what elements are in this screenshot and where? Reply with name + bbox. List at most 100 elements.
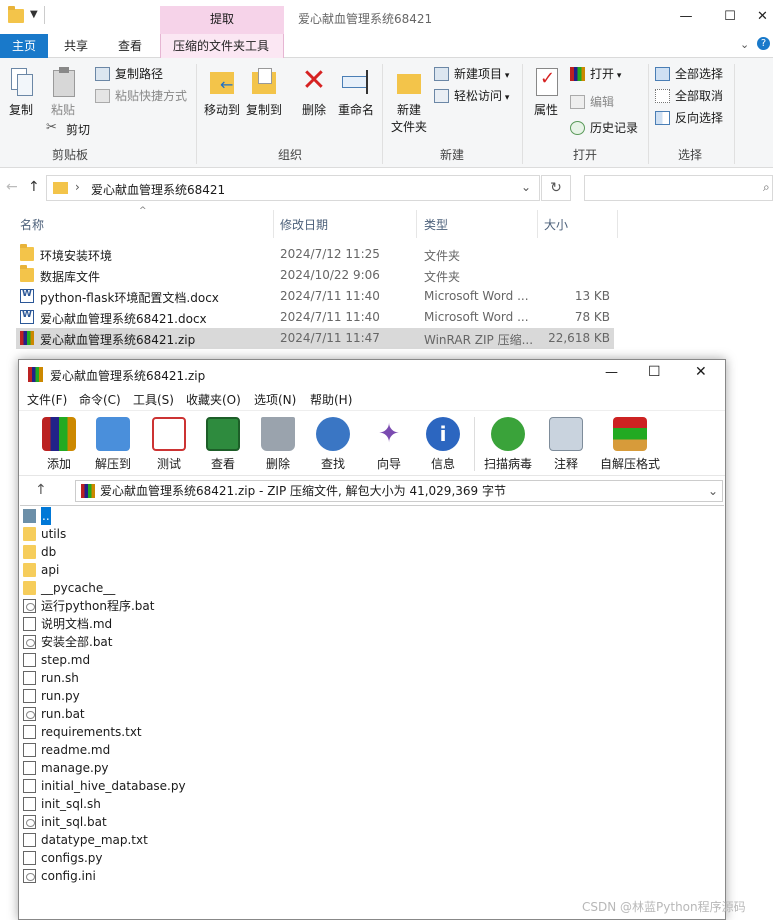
winrar-window-title: 爱心献血管理系统68421.zip [50,369,206,383]
word-doc-icon [20,289,34,303]
new-folder-button[interactable]: 新建 文件夹 [388,66,430,136]
tab-share[interactable]: 共享 [52,34,100,58]
archive-item-name: run.sh [41,671,79,685]
column-modified[interactable]: 修改日期 [280,216,328,233]
select-all-button[interactable]: 全部选择 [655,64,723,84]
folder-icon [20,265,34,282]
delete-button[interactable]: ✕ 删除 [298,66,330,119]
archive-item-name: run.py [41,689,80,703]
minimize-icon[interactable]: — [666,6,706,28]
archive-item-name: manage.py [41,761,109,775]
list-item[interactable]: 环境安装环境 2024/7/12 11:25 文件夹 [16,244,614,265]
winrar-icon [81,484,95,498]
address-bar[interactable]: › 爱心献血管理系统68421 ⌄ [46,175,540,201]
menu-options[interactable]: 选项(N) [254,391,296,408]
ribbon-expand-icon[interactable]: ⌄ [740,38,749,51]
invert-selection-button[interactable]: 反向选择 [655,108,723,128]
quick-access-dropdown-icon[interactable]: ▼ [30,9,38,20]
divider [734,64,735,164]
address-dropdown-icon[interactable]: ⌄ [521,180,531,194]
select-none-button[interactable]: 全部取消 [655,86,723,106]
comment-button[interactable]: 注释 [546,417,586,472]
batch-file-icon [23,599,36,613]
column-name[interactable]: 名称 [20,216,44,233]
cut-button[interactable]: ✂ 剪切 [46,120,90,140]
refresh-icon[interactable]: ↻ [541,175,571,201]
file-icon [23,761,36,775]
paste-shortcut-button[interactable]: 粘贴快捷方式 [95,86,187,106]
batch-file-icon [23,869,36,883]
open-button[interactable]: 打开 ▾ [570,64,621,84]
history-button[interactable]: 历史记录 [570,118,638,138]
file-icon [23,725,36,739]
menu-favorites[interactable]: 收藏夹(O) [186,391,241,408]
copy-icon [5,66,37,98]
list-item[interactable]: 爱心献血管理系统68421.docx 2024/7/11 11:40 Micro… [16,307,614,328]
edit-button[interactable]: 编辑 [570,92,614,112]
menu-commands[interactable]: 命令(C) [79,391,121,408]
menu-file[interactable]: 文件(F) [27,391,67,408]
menu-help[interactable]: 帮助(H) [310,391,352,408]
maximize-icon[interactable]: ☐ [710,6,750,28]
rename-icon [340,66,372,98]
group-label-select: 选择 [677,148,702,162]
close-icon[interactable]: ✕ [752,6,773,28]
up-arrow-icon[interactable]: ↑ [35,482,47,498]
find-button[interactable]: 查找 [313,417,353,472]
delete-button[interactable]: 删除 [258,417,298,472]
copy-path-icon [95,67,110,81]
batch-file-icon [23,815,36,829]
group-label-new: 新建 [439,148,464,162]
watermark: CSDN @林蓝Python程序源码 [582,900,746,914]
divider [273,210,274,238]
add-button[interactable]: 添加 [39,417,79,472]
divider [617,210,618,238]
properties-button[interactable]: ✓ 属性 [528,66,564,119]
edit-icon [570,95,585,109]
easy-access-button[interactable]: 轻松访问 ▾ [434,86,509,106]
back-arrow-icon[interactable]: ← [6,179,18,195]
title-bar: ▼ 提取 爱心献血管理系统68421 — ☐ ✕ [0,0,773,34]
view-button[interactable]: 查看 [203,417,243,472]
extract-to-button[interactable]: 解压到 [93,417,133,472]
archive-item-name: db [41,545,57,559]
list-item-selected[interactable]: 爱心献血管理系统68421.zip 2024/7/11 11:47 WinRAR… [16,328,614,349]
column-size[interactable]: 大小 [544,216,568,233]
wizard-button[interactable]: ✦ 向导 [369,417,409,472]
archive-item-name: init_sql.bat [41,815,107,829]
menu-tools[interactable]: 工具(S) [133,391,174,408]
tab-compressed-folder-tools[interactable]: 压缩的文件夹工具 [160,34,284,58]
minimize-icon[interactable]: — [605,365,618,380]
copy-button[interactable]: 复制 [4,66,38,119]
column-headers: ^ 名称 修改日期 类型 大小 [0,206,773,238]
tab-view[interactable]: 查看 [106,34,154,58]
archive-item-name: config.ini [41,869,96,883]
archive-item-name: datatype_map.txt [41,833,148,847]
copy-path-button[interactable]: 复制路径 [95,64,163,84]
divider [196,64,197,164]
paste-button[interactable]: 粘贴 [46,66,80,119]
close-icon[interactable]: ✕ [695,364,707,380]
copy-to-button[interactable]: 复制到 [244,66,284,119]
maximize-icon[interactable]: ☐ [648,364,661,380]
scan-virus-button[interactable]: 扫描病毒 [481,417,535,472]
sfx-button[interactable]: 自解压格式 [597,417,663,472]
help-icon[interactable]: ? [757,37,770,50]
tab-home[interactable]: 主页 [0,34,48,58]
archive-path-box[interactable]: 爱心献血管理系统68421.zip - ZIP 压缩文件, 解包大小为 41,0… [75,480,723,502]
info-button[interactable]: i 信息 [423,417,463,472]
move-to-button[interactable]: ← 移动到 [202,66,242,119]
breadcrumb[interactable]: 爱心献血管理系统68421 [91,181,225,198]
list-item[interactable]: python-flask环境配置文档.docx 2024/7/11 11:40 … [16,286,614,307]
test-button[interactable]: 测试 [149,417,189,472]
new-item-button[interactable]: 新建项目 ▾ [434,64,509,84]
archive-item-name: 运行python程序.bat [41,599,155,613]
paste-icon [47,66,79,98]
folder-icon [53,182,68,194]
path-dropdown-icon[interactable]: ⌄ [708,481,718,501]
up-arrow-icon[interactable]: ↑ [28,179,40,195]
search-input[interactable]: ⌕ [584,175,773,201]
rename-button[interactable]: 重命名 [336,66,376,119]
list-item[interactable]: 数据库文件 2024/10/22 9:06 文件夹 [16,265,614,286]
column-type[interactable]: 类型 [424,216,448,233]
